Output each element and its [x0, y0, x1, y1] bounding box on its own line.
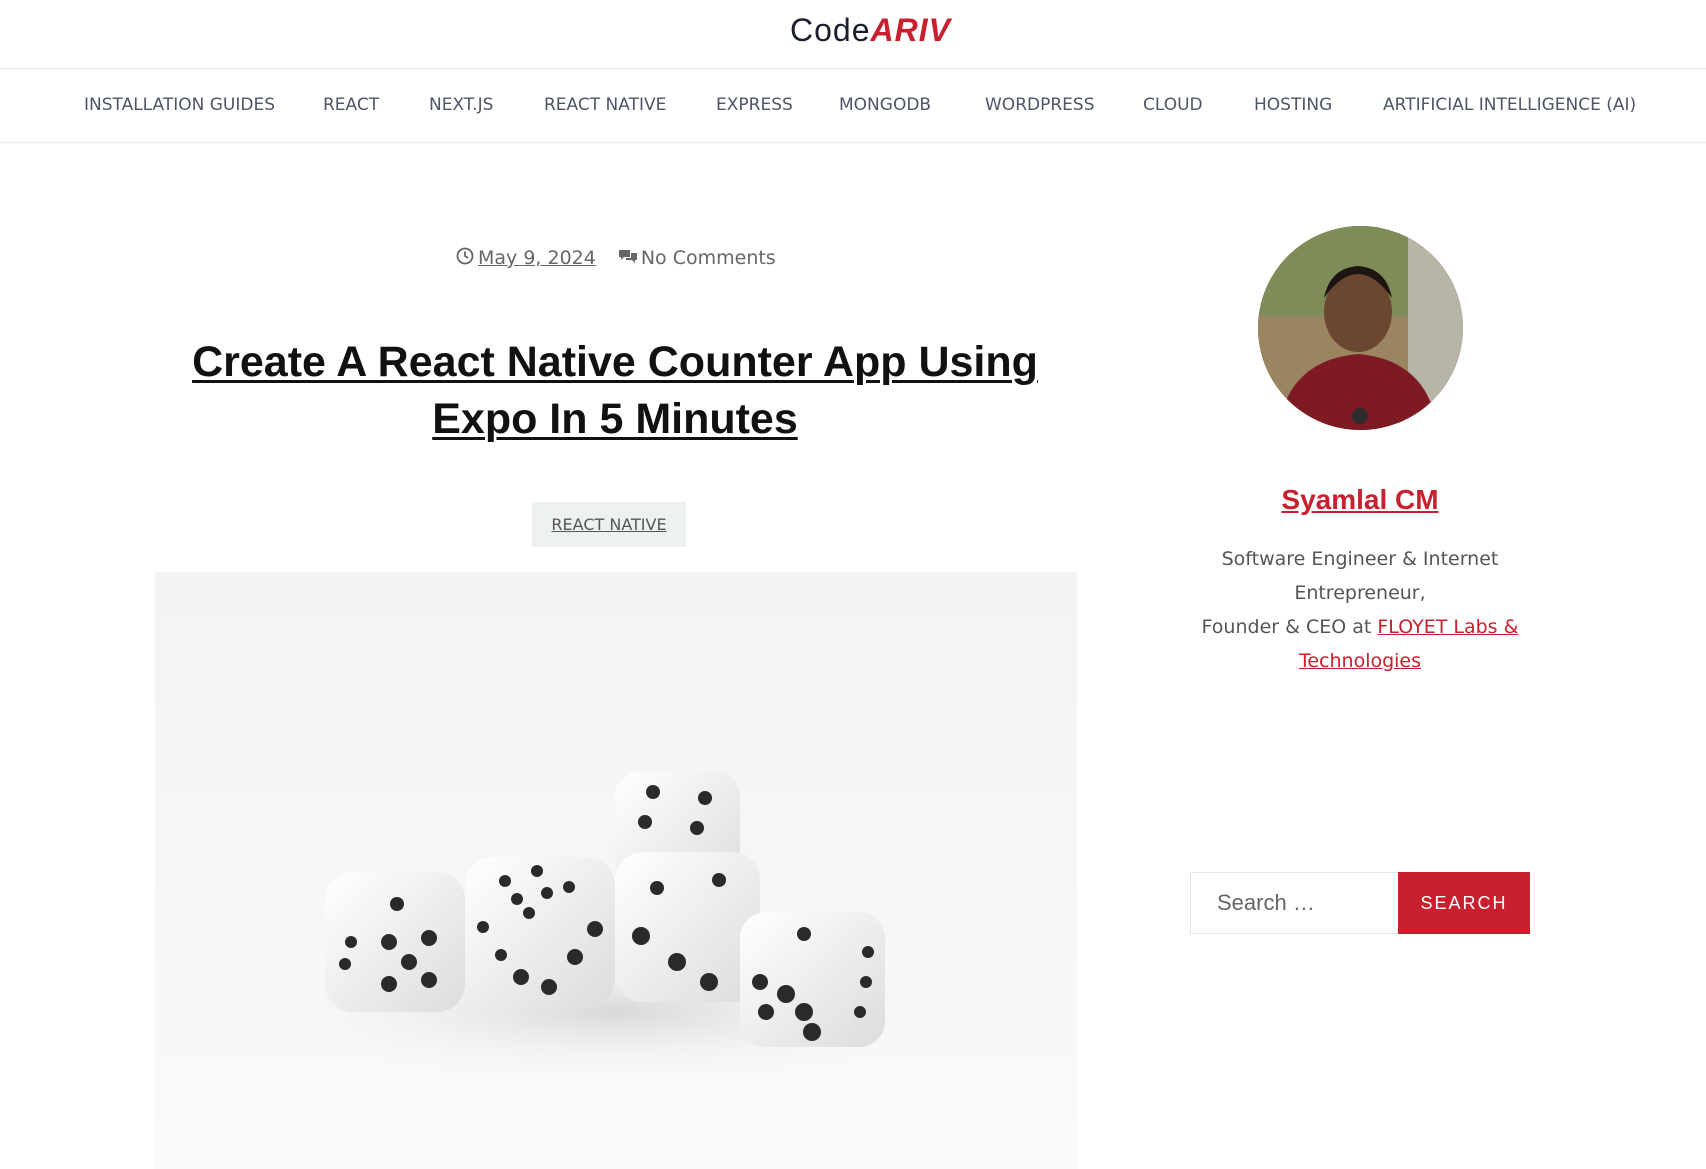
- company-link-line1[interactable]: FLOYET Labs &: [1377, 616, 1518, 638]
- search-button[interactable]: SEARCH: [1398, 872, 1530, 934]
- logo-text-ariv: ARIV: [870, 11, 951, 48]
- author-name-link[interactable]: Syamlal CM: [1281, 484, 1438, 515]
- nav-item-wordpress[interactable]: WORDPRESS: [985, 95, 1094, 115]
- nav-item-express[interactable]: EXPRESS: [716, 95, 793, 115]
- search-form: SEARCH: [1190, 872, 1530, 934]
- bio-line-1: Software Engineer & Internet: [1221, 548, 1499, 570]
- bio-prefix: Founder & CEO at: [1201, 616, 1378, 638]
- nav-item-hosting[interactable]: HOSTING: [1254, 95, 1332, 115]
- author-bio: Software Engineer & Internet Entrepreneu…: [1190, 542, 1530, 678]
- main-navigation: INSTALLATION GUIDES REACT NEXT.JS REACT …: [0, 68, 1706, 143]
- nav-item-mongodb[interactable]: MONGODB: [839, 95, 931, 115]
- site-header: Code ARIV: [0, 0, 1706, 68]
- dice-image-icon: [245, 772, 985, 1082]
- post-title: Create A React Native Counter App Using E…: [150, 334, 1080, 448]
- category-link-react-native[interactable]: REACT NATIVE: [551, 515, 666, 534]
- bio-line-2: Entrepreneur,: [1294, 582, 1426, 604]
- post-title-link[interactable]: Create A React Native Counter App Using E…: [192, 338, 1038, 443]
- nav-item-react[interactable]: REACT: [323, 95, 379, 115]
- author-name: Syamlal CM: [1150, 484, 1570, 516]
- post-category-badge: REACT NATIVE: [532, 502, 686, 547]
- nav-item-cloud[interactable]: CLOUD: [1143, 95, 1203, 115]
- search-input[interactable]: [1190, 872, 1398, 934]
- nav-item-nextjs[interactable]: NEXT.JS: [429, 95, 493, 115]
- site-logo[interactable]: Code ARIV: [790, 10, 951, 50]
- post-title-line1: Create A React Native Counter App Using: [192, 338, 1038, 386]
- company-link-line2[interactable]: Technologies: [1299, 650, 1421, 672]
- clock-icon: [456, 247, 474, 270]
- post-title-line2: Expo In 5 Minutes: [432, 395, 798, 443]
- nav-item-installation-guides[interactable]: INSTALLATION GUIDES: [84, 95, 275, 115]
- logo-text-code: Code: [790, 11, 871, 48]
- comments-icon: [618, 247, 638, 269]
- post-featured-image[interactable]: [155, 572, 1077, 1169]
- post-meta: May 9, 2024 No Comments: [456, 244, 776, 272]
- nav-item-react-native[interactable]: REACT NATIVE: [544, 95, 666, 115]
- author-avatar[interactable]: [1258, 226, 1463, 430]
- post-date-link[interactable]: May 9, 2024: [478, 247, 596, 269]
- post-comments-count: No Comments: [640, 247, 776, 269]
- author-photo-icon: [1258, 226, 1463, 430]
- nav-item-artificial-intelligence[interactable]: ARTIFICIAL INTELLIGENCE (AI): [1383, 95, 1636, 115]
